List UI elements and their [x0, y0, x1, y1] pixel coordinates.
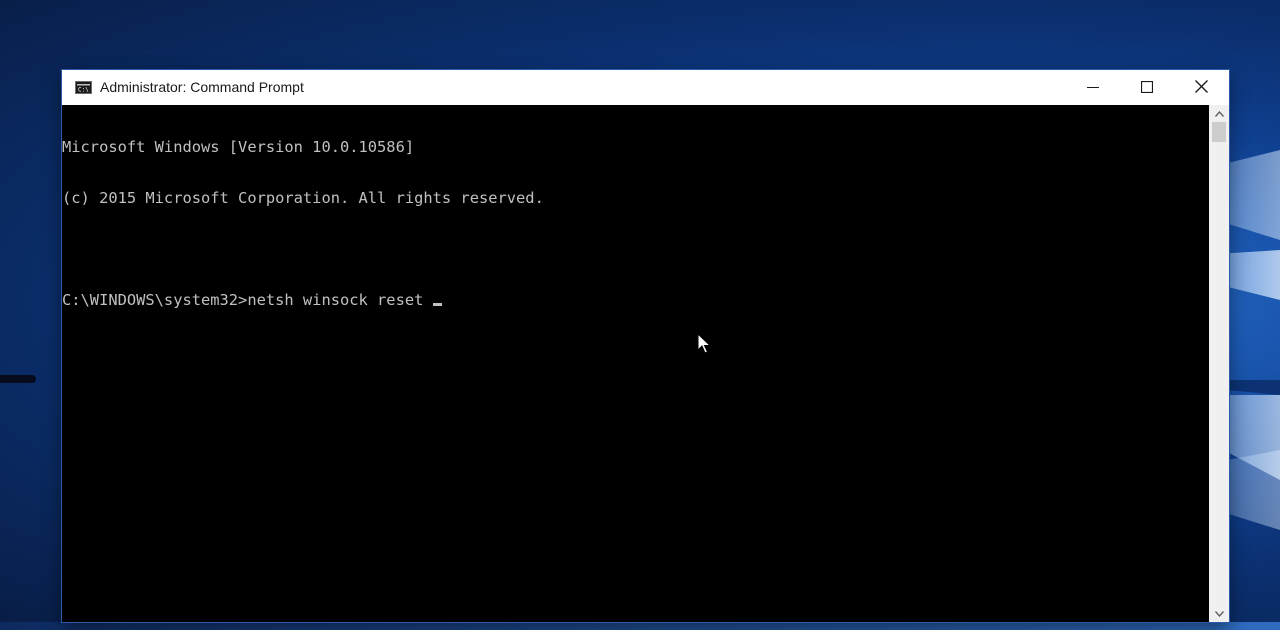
console-text: Microsoft Windows [Version 10.0.10586] (…	[62, 105, 544, 343]
console-line-copyright: (c) 2015 Microsoft Corporation. All righ…	[62, 189, 544, 207]
minimize-icon	[1087, 86, 1099, 88]
maximize-icon	[1141, 80, 1153, 93]
taskbar-edge	[0, 622, 1280, 630]
console-command-line[interactable]: C:\WINDOWS\system32>netsh winsock reset	[62, 292, 544, 309]
console-output[interactable]: Microsoft Windows [Version 10.0.10586] (…	[62, 105, 1209, 622]
console-line-blank	[62, 241, 544, 258]
scroll-thumb[interactable]	[1212, 122, 1226, 142]
mouse-pointer-icon	[697, 333, 711, 354]
close-button[interactable]	[1174, 70, 1228, 103]
command-prompt-window[interactable]: C:\ Administrator: Command Prompt Micros…	[62, 70, 1229, 622]
chevron-up-icon	[1214, 110, 1224, 117]
console-prompt-command: C:\WINDOWS\system32>netsh winsock reset	[62, 291, 433, 309]
scroll-down-button[interactable]	[1209, 605, 1229, 622]
window-title: Administrator: Command Prompt	[100, 79, 304, 95]
text-cursor	[432, 303, 442, 306]
chevron-down-icon	[1214, 610, 1224, 617]
console-line-version: Microsoft Windows [Version 10.0.10586]	[62, 138, 415, 156]
maximize-button[interactable]	[1120, 70, 1174, 103]
minimize-button[interactable]	[1066, 70, 1120, 103]
vertical-scrollbar[interactable]	[1209, 105, 1229, 622]
svg-text:C:\: C:\	[78, 87, 89, 93]
desktop-edge-mark	[0, 375, 36, 383]
cmd-icon[interactable]: C:\	[75, 81, 92, 94]
title-bar[interactable]: C:\ Administrator: Command Prompt	[62, 70, 1229, 105]
close-icon	[1194, 80, 1208, 93]
scroll-up-button[interactable]	[1209, 105, 1229, 122]
